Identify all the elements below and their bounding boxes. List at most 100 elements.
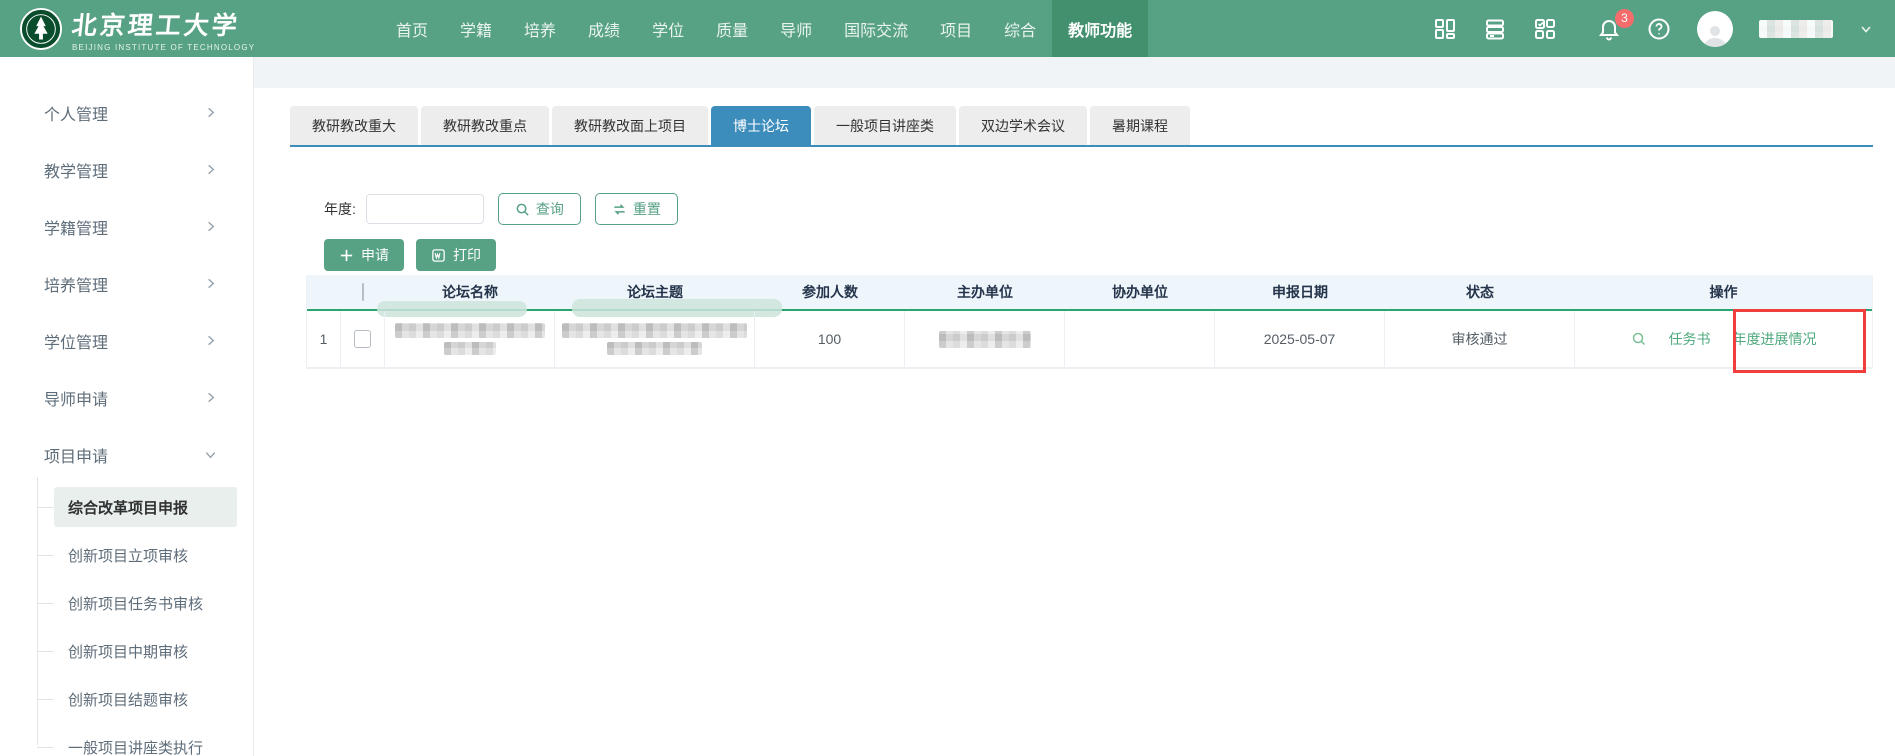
task-book-link[interactable]: 任务书 (1669, 329, 1711, 349)
filter-bar: 年度: 查询 重置 (324, 193, 1895, 225)
chevron-right-icon (204, 334, 217, 347)
tab-jiaoyan-major[interactable]: 教研教改重大 (290, 106, 418, 145)
nav-item-xueji[interactable]: 学籍 (444, 0, 508, 57)
chevron-right-icon (204, 391, 217, 404)
row-index: 1 (307, 311, 341, 367)
sidebar-menu: 个人管理 教学管理 学籍管理 培养管理 学位管理 导师申请 (0, 57, 254, 756)
sidebar-item-degree[interactable]: 学位管理 (0, 312, 253, 369)
tab-jiaoyan-key[interactable]: 教研教改重点 (421, 106, 549, 145)
action-bar: 申请 打印 (324, 239, 1895, 271)
tab-summer-course[interactable]: 暑期课程 (1090, 106, 1190, 145)
col-host-unit: 主办单位 (905, 282, 1065, 302)
sidebar-item-student-status[interactable]: 学籍管理 (0, 198, 253, 255)
main-content: 教研教改重大 教研教改重点 教研教改面上项目 博士论坛 一般项目讲座类 双边学术… (254, 57, 1895, 756)
reset-icon (612, 202, 627, 217)
col-apply-date: 申报日期 (1215, 282, 1385, 302)
col-cohost-unit: 协办单位 (1065, 282, 1215, 302)
user-avatar[interactable] (1697, 11, 1733, 47)
table-row: 1 (307, 309, 1872, 368)
check-grid-icon[interactable] (1533, 17, 1557, 41)
chevron-down-icon[interactable] (1859, 22, 1873, 36)
submenu-item-label: 一般项目讲座类执行 (68, 737, 203, 756)
forum-topic-redacted (555, 311, 755, 367)
participants-cell: 100 (755, 311, 905, 367)
sidebar-item-label: 项目申请 (44, 443, 108, 467)
apply-button-label: 申请 (361, 245, 389, 265)
forum-name-redacted (385, 311, 555, 367)
table-header-row: 论坛名称 论坛主题 参加人数 主办单位 协办单位 申报日期 状态 操作 (307, 275, 1872, 309)
submenu-item-innovation-task-review[interactable]: 创新项目任务书审核 (0, 579, 253, 627)
submenu-item-innovation-final-review[interactable]: 创新项目结题审核 (0, 675, 253, 723)
chevron-right-icon (204, 106, 217, 119)
sidebar-item-cultivation[interactable]: 培养管理 (0, 255, 253, 312)
nav-item-zonghe[interactable]: 综合 (988, 0, 1052, 57)
apply-date-cell: 2025-05-07 (1215, 311, 1385, 367)
submenu-item-comprehensive-reform[interactable]: 综合改革项目申报 (0, 483, 253, 531)
forum-table: 论坛名称 论坛主题 参加人数 主办单位 协办单位 申报日期 状态 操作 1 (306, 275, 1873, 369)
dashboard-layout-icon[interactable] (1433, 17, 1457, 41)
nav-item-xuewei[interactable]: 学位 (636, 0, 700, 57)
sidebar-item-personal[interactable]: 个人管理 (0, 84, 253, 141)
sidebar-item-project-apply[interactable]: 项目申请 (0, 426, 253, 483)
view-magnifier-icon[interactable] (1631, 331, 1647, 347)
chevron-down-icon (204, 448, 217, 461)
search-button[interactable]: 查询 (498, 193, 581, 225)
sidebar-item-teaching[interactable]: 教学管理 (0, 141, 253, 198)
nav-item-home[interactable]: 首页 (380, 0, 444, 57)
chevron-right-icon (204, 163, 217, 176)
submenu-item-label: 创新项目立项审核 (68, 545, 188, 566)
tab-bilateral-conference[interactable]: 双边学术会议 (959, 106, 1087, 145)
plus-icon (339, 248, 354, 263)
sidebar-item-label: 培养管理 (44, 272, 108, 296)
project-apply-submenu: 综合改革项目申报 创新项目立项审核 创新项目任务书审核 创新项目中期审核 创新项… (0, 483, 253, 756)
help-icon[interactable] (1647, 17, 1671, 41)
top-navbar: 北京理工大学 BEIJING INSTITUTE OF TECHNOLOGY 首… (0, 0, 1895, 57)
username-redacted[interactable] (1759, 20, 1833, 38)
submenu-item-innovation-approval[interactable]: 创新项目立项审核 (0, 531, 253, 579)
tab-jiaoyan-general[interactable]: 教研教改面上项目 (552, 106, 708, 145)
person-icon (1702, 23, 1728, 47)
operations-cell: 任务书 年度进展情况 (1575, 311, 1872, 367)
submenu-item-general-lecture-exec[interactable]: 一般项目讲座类执行 (0, 723, 253, 756)
sidebar-item-mentor-apply[interactable]: 导师申请 (0, 369, 253, 426)
submenu-item-innovation-midterm-review[interactable]: 创新项目中期审核 (0, 627, 253, 675)
col-operations: 操作 (1575, 282, 1872, 302)
sidebar-item-label: 教学管理 (44, 158, 108, 182)
nav-item-guojijiaoliu[interactable]: 国际交流 (828, 0, 924, 57)
tab-doctoral-forum[interactable]: 博士论坛 (711, 106, 811, 145)
annual-progress-link[interactable]: 年度进展情况 (1733, 329, 1817, 349)
university-logo: 北京理工大学 BEIJING INSTITUTE OF TECHNOLOGY (20, 6, 320, 52)
word-doc-icon (431, 248, 446, 263)
nav-item-zhiliang[interactable]: 质量 (700, 0, 764, 57)
nav-item-daoshi[interactable]: 导师 (764, 0, 828, 57)
tab-general-lecture[interactable]: 一般项目讲座类 (814, 106, 956, 145)
col-status: 状态 (1385, 282, 1575, 302)
host-unit-redacted (905, 311, 1065, 367)
sidebar-item-label: 个人管理 (44, 101, 108, 125)
university-emblem-icon (20, 8, 62, 50)
notifications[interactable]: 3 (1597, 17, 1621, 41)
reset-button[interactable]: 重置 (595, 193, 678, 225)
content-top-strip (254, 57, 1895, 88)
app-window: 北京理工大学 BEIJING INSTITUTE OF TECHNOLOGY 首… (0, 0, 1895, 756)
nav-item-xiangmu[interactable]: 项目 (924, 0, 988, 57)
project-type-tabs: 教研教改重大 教研教改重点 教研教改面上项目 博士论坛 一般项目讲座类 双边学术… (290, 106, 1873, 147)
nav-item-chengji[interactable]: 成绩 (572, 0, 636, 57)
select-all-checkbox[interactable] (362, 283, 364, 301)
submenu-item-label: 创新项目任务书审核 (68, 593, 203, 614)
reset-button-label: 重置 (633, 199, 661, 219)
sidebar-item-label: 学位管理 (44, 329, 108, 353)
nav-item-peiyang[interactable]: 培养 (508, 0, 572, 57)
print-button[interactable]: 打印 (416, 239, 496, 271)
server-list-icon[interactable] (1483, 17, 1507, 41)
submenu-item-label: 创新项目结题审核 (68, 689, 188, 710)
apply-button[interactable]: 申请 (324, 239, 404, 271)
status-cell: 审核通过 (1385, 311, 1575, 367)
print-button-label: 打印 (453, 245, 481, 265)
row-checkbox[interactable] (354, 330, 371, 348)
year-label: 年度: (324, 199, 356, 219)
year-input[interactable] (366, 194, 484, 224)
main-nav: 首页 学籍 培养 成绩 学位 质量 导师 国际交流 项目 综合 教师功能 (380, 0, 1148, 57)
nav-item-jiaoshigongneng[interactable]: 教师功能 (1052, 0, 1148, 57)
university-name-cn: 北京理工大学 (70, 6, 257, 42)
